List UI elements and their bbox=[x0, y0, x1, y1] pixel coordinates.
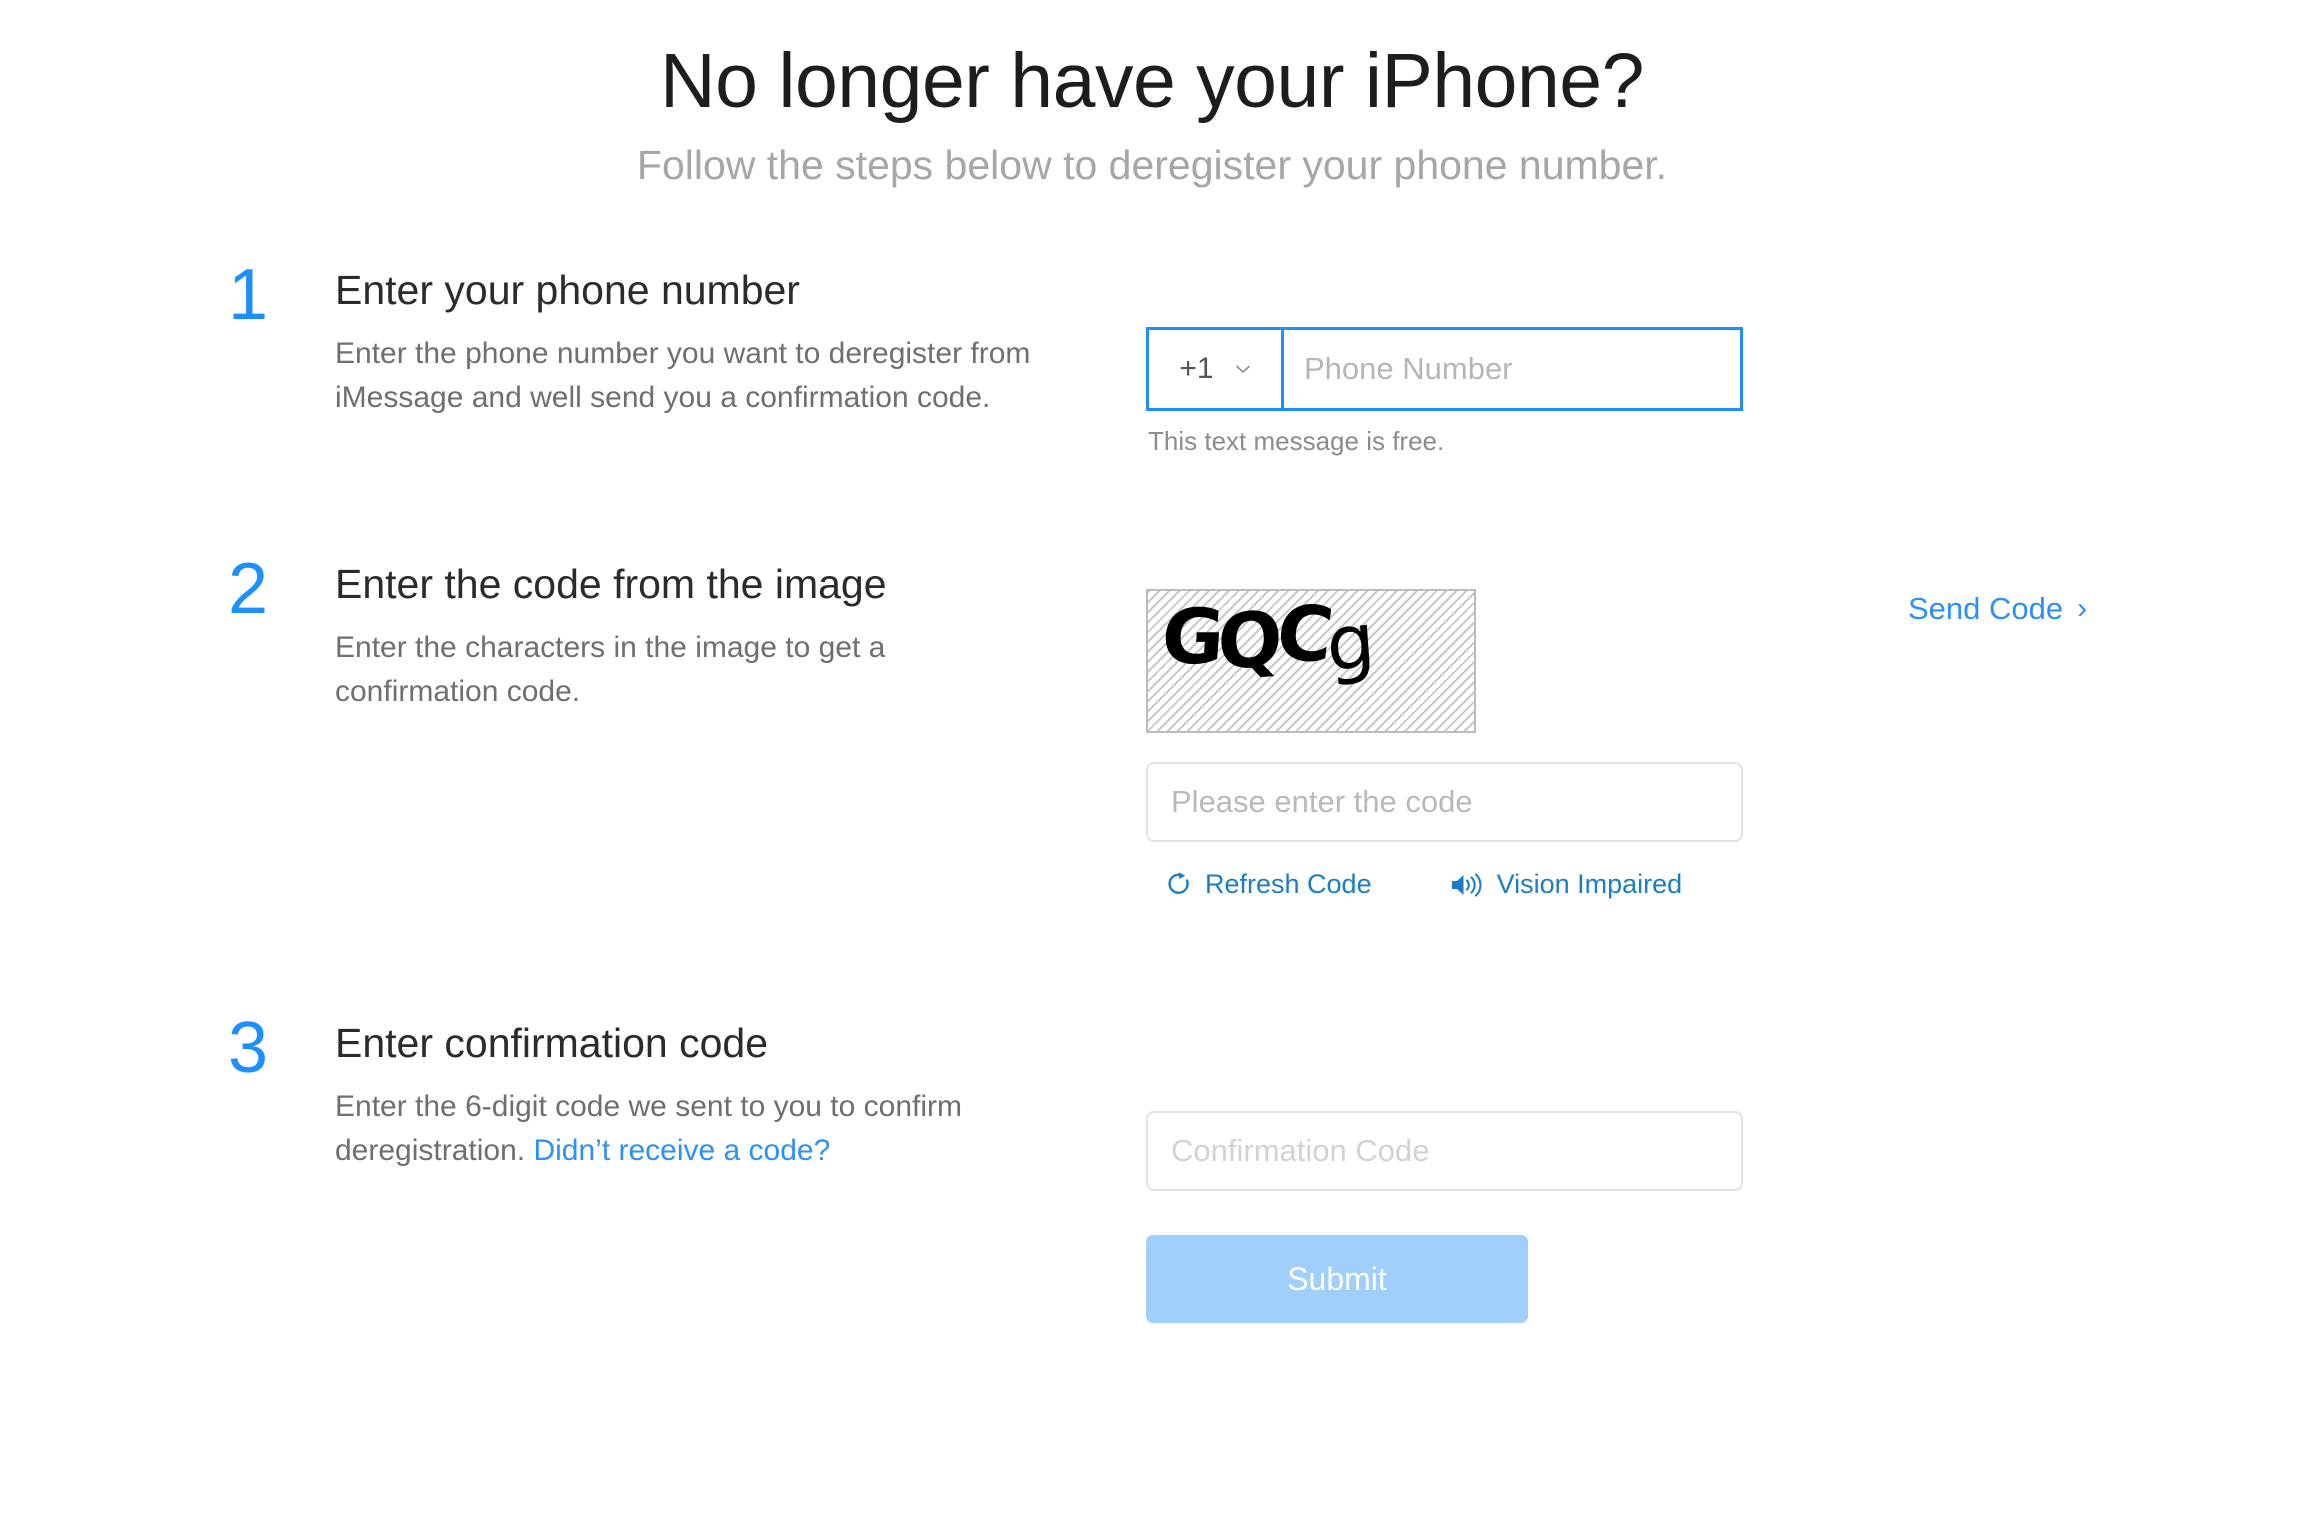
captcha-wrapper: GQCg bbox=[1146, 589, 2304, 734]
refresh-code-button[interactable]: Refresh Code bbox=[1166, 869, 1372, 900]
steps-container: 1 Enter your phone number Enter the phon… bbox=[0, 259, 2304, 1324]
send-code-link[interactable]: Send Code › bbox=[1908, 591, 2087, 627]
page-subtitle: Follow the steps below to deregister you… bbox=[636, 141, 1668, 188]
phone-hint-text: This text message is free. bbox=[1148, 426, 1445, 457]
step-1-controls: +1 This text message is free. bbox=[1108, 267, 2304, 457]
step-3: 3 Enter confirmation code Enter the 6-di… bbox=[0, 1012, 2304, 1324]
captcha-actions: Refresh Code Vision Impaired bbox=[1146, 869, 2304, 900]
step-2-description: Enter the characters in the image to get… bbox=[335, 631, 886, 709]
refresh-code-label: Refresh Code bbox=[1205, 869, 1372, 900]
step-2-number: 2 bbox=[228, 549, 269, 630]
send-code-label: Send Code bbox=[1908, 591, 2064, 627]
step-3-heading: Enter confirmation code bbox=[335, 1020, 769, 1067]
vision-impaired-button[interactable]: Vision Impaired bbox=[1450, 869, 1683, 900]
chevron-down-icon bbox=[1234, 360, 1252, 378]
step-3-body: Enter confirmation code Enter the 6-digi… bbox=[228, 1020, 1108, 1173]
captcha-code-input[interactable] bbox=[1146, 762, 1743, 843]
step-1-heading: Enter your phone number bbox=[335, 267, 800, 314]
step-2-controls: Send Code › GQCg Refresh Code bbox=[1108, 561, 2304, 900]
didnt-receive-code-link[interactable]: Didn’t receive a code? bbox=[533, 1134, 830, 1167]
step-2-heading: Enter the code from the image bbox=[335, 561, 887, 608]
captcha-image: GQCg bbox=[1146, 589, 1476, 734]
speaker-icon bbox=[1450, 872, 1484, 898]
step-1-body: Enter your phone number Enter the phone … bbox=[228, 267, 1108, 420]
step-3-controls: Submit bbox=[1108, 1020, 2304, 1324]
vision-impaired-label: Vision Impaired bbox=[1496, 869, 1683, 900]
step-3-description: Enter the 6-digit code we sent to you to… bbox=[335, 1085, 1038, 1173]
page-header: No longer have your iPhone? Follow the s… bbox=[0, 0, 2304, 191]
submit-button[interactable]: Submit bbox=[1146, 1235, 1528, 1324]
phone-number-row: +1 bbox=[1146, 327, 1743, 412]
step-1-description: Enter the phone number you want to dereg… bbox=[335, 337, 1031, 415]
step-2-body: Enter the code from the image Enter the … bbox=[228, 561, 1108, 714]
confirmation-code-input[interactable] bbox=[1146, 1111, 1743, 1192]
country-code-select[interactable]: +1 bbox=[1146, 327, 1282, 412]
country-code-value: +1 bbox=[1179, 352, 1214, 386]
captcha-text: GQCg bbox=[1158, 589, 1372, 690]
page-title: No longer have your iPhone? bbox=[660, 38, 1644, 124]
step-1-number: 1 bbox=[228, 255, 269, 336]
step-2: 2 Enter the code from the image Enter th… bbox=[0, 553, 2304, 900]
step-1: 1 Enter your phone number Enter the phon… bbox=[0, 259, 2304, 457]
chevron-right-icon: › bbox=[2077, 592, 2088, 626]
refresh-icon bbox=[1166, 871, 1192, 899]
step-3-number: 3 bbox=[228, 1008, 269, 1089]
phone-number-input[interactable] bbox=[1281, 327, 1743, 412]
